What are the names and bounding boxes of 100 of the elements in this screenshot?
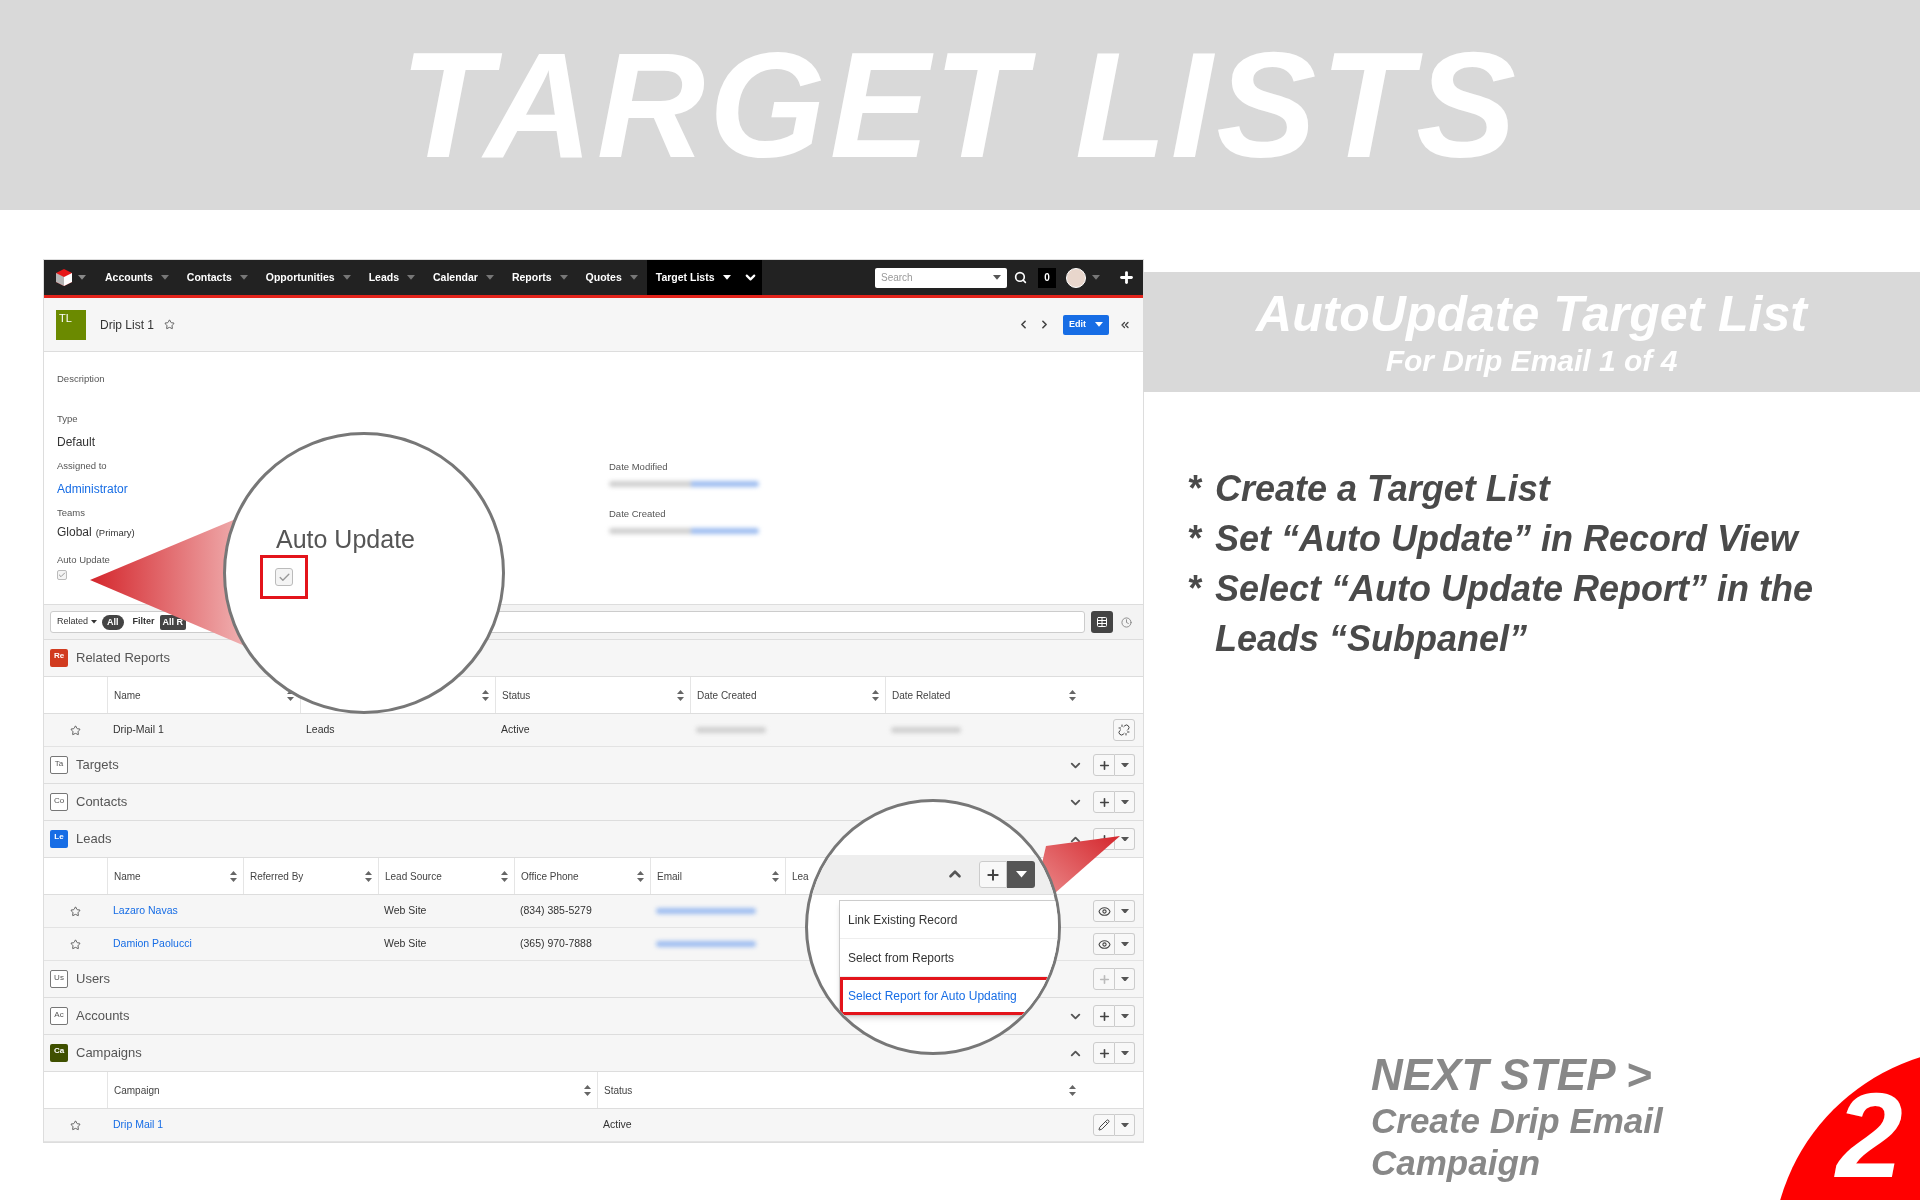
- assigned-user-link[interactable]: Administrator: [57, 482, 128, 496]
- favorite-star-icon[interactable]: [70, 938, 81, 950]
- caret-icon: [1095, 322, 1103, 327]
- sort-icon[interactable]: [584, 1084, 591, 1096]
- column-header[interactable]: Referred By: [250, 868, 304, 884]
- menu-caret-button[interactable]: [1115, 828, 1135, 850]
- menu-caret-button[interactable]: [1007, 861, 1035, 888]
- eye-icon: [1097, 904, 1111, 918]
- favorite-star-icon[interactable]: [70, 724, 81, 736]
- menu-caret-button[interactable]: [1115, 1114, 1135, 1136]
- related-dropdown[interactable]: Related: [57, 615, 98, 629]
- caret-icon: [1120, 762, 1129, 768]
- sort-icon[interactable]: [501, 870, 508, 882]
- subpanel-header[interactable]: Co Contacts: [44, 784, 1143, 821]
- field-label: Teams: [57, 507, 85, 519]
- column-header[interactable]: Name: [114, 868, 141, 884]
- sort-icon[interactable]: [482, 689, 489, 701]
- sort-icon[interactable]: [772, 870, 779, 882]
- record-link[interactable]: Drip Mail 1: [113, 1117, 164, 1133]
- column-header[interactable]: Office Phone: [521, 868, 579, 884]
- menu-caret-button[interactable]: [1115, 900, 1135, 922]
- record-link[interactable]: Damion Paolucci: [113, 936, 192, 952]
- sort-icon[interactable]: [1069, 1084, 1076, 1096]
- sort-icon[interactable]: [230, 870, 237, 882]
- add-button[interactable]: [1093, 1042, 1115, 1064]
- column-header[interactable]: Date Related: [892, 687, 951, 703]
- table-cell: (834) 385-5279: [520, 903, 592, 919]
- favorite-star-icon[interactable]: [70, 1119, 81, 1131]
- column-header[interactable]: Status: [502, 687, 531, 703]
- add-button[interactable]: [1093, 791, 1115, 813]
- menu-caret-button[interactable]: [1115, 933, 1135, 955]
- magnified-checkbox[interactable]: [275, 568, 293, 586]
- nav-tab[interactable]: Opportunities: [256, 260, 360, 295]
- avatar[interactable]: [1066, 267, 1086, 288]
- preview-button[interactable]: [1093, 900, 1115, 922]
- sort-icon[interactable]: [872, 689, 879, 701]
- menu-caret-button[interactable]: [1115, 754, 1135, 776]
- list-view-button[interactable]: [1091, 611, 1113, 633]
- nav-tab[interactable]: Quotes: [576, 260, 647, 295]
- notification-count[interactable]: 0: [1038, 267, 1056, 288]
- add-button[interactable]: [979, 861, 1007, 888]
- edit-button[interactable]: [1093, 1114, 1115, 1136]
- caret-icon: [160, 275, 169, 280]
- unlink-button[interactable]: [1113, 719, 1135, 741]
- menu-item[interactable]: Link Existing Record: [840, 901, 1058, 939]
- nav-tab[interactable]: Calendar: [424, 260, 503, 295]
- plus-icon: [1097, 1009, 1111, 1023]
- sort-icon[interactable]: [677, 689, 684, 701]
- edit-button[interactable]: Edit: [1063, 314, 1109, 335]
- favorite-star-icon[interactable]: [164, 319, 176, 330]
- favorite-star-icon[interactable]: [70, 905, 81, 917]
- preview-button[interactable]: [1093, 933, 1115, 955]
- sort-icon[interactable]: [637, 870, 644, 882]
- record-badge: TL: [56, 309, 86, 340]
- subpanel-title[interactable]: Accounts: [76, 1006, 130, 1026]
- search-field[interactable]: Search: [875, 267, 1007, 288]
- subpanel-title[interactable]: Users: [76, 969, 110, 989]
- nav-tab[interactable]: Contacts: [177, 260, 257, 295]
- column-header[interactable]: Email: [657, 868, 682, 884]
- bullet-marker: *: [1187, 517, 1204, 561]
- menu-item[interactable]: Select from Reports: [840, 939, 1058, 977]
- menu-item[interactable]: Select Report for Auto Updating: [840, 977, 1058, 1015]
- subpanel-header[interactable]: Ta Targets: [44, 747, 1143, 784]
- field-value: Global: [57, 524, 92, 541]
- filter-pill[interactable]: All: [102, 614, 124, 630]
- sort-icon[interactable]: [365, 870, 372, 882]
- module-badge: Us: [50, 970, 68, 988]
- nav-tab[interactable]: Reports: [502, 260, 577, 295]
- menu-caret-button[interactable]: [1115, 968, 1135, 990]
- caret-icon: [91, 620, 98, 624]
- add-button[interactable]: [1093, 754, 1115, 776]
- nav-tab[interactable]: Leads: [359, 260, 424, 295]
- column-header[interactable]: Status: [604, 1082, 633, 1098]
- record-title: Drip List 1: [100, 316, 155, 334]
- column-header[interactable]: Date Created: [697, 687, 757, 703]
- menu-caret-button[interactable]: [1115, 791, 1135, 813]
- bullet-marker: *: [1187, 467, 1204, 511]
- menu-caret-button[interactable]: [1115, 1042, 1135, 1064]
- nav-tab[interactable]: Target Lists: [646, 260, 740, 295]
- auto-update-checkbox[interactable]: [57, 570, 67, 580]
- record-link[interactable]: Lazaro Navas: [113, 903, 178, 919]
- subpanel-title[interactable]: Targets: [76, 755, 119, 775]
- subpanel-header[interactable]: Ca Campaigns: [44, 1035, 1143, 1072]
- sort-icon[interactable]: [1069, 689, 1076, 701]
- caret-icon: [1120, 908, 1129, 914]
- subpanel-title[interactable]: Contacts: [76, 792, 128, 812]
- nav-tab[interactable]: Accounts: [96, 260, 178, 295]
- add-button[interactable]: [1093, 1005, 1115, 1027]
- subpanel-title[interactable]: Related Reports: [76, 648, 170, 668]
- subpanel-title[interactable]: Leads: [76, 829, 112, 849]
- column-header[interactable]: Campaign: [114, 1082, 160, 1098]
- column-header[interactable]: Lea: [792, 868, 809, 884]
- menu-caret-button[interactable]: [1115, 1005, 1135, 1027]
- caret-icon: [559, 275, 568, 280]
- search-input[interactable]: Search: [881, 270, 981, 285]
- cube-logo-icon[interactable]: [56, 269, 72, 286]
- subpanel-title[interactable]: Campaigns: [76, 1043, 142, 1063]
- column-header[interactable]: Name: [114, 687, 141, 703]
- column-header[interactable]: Lead Source: [385, 868, 442, 884]
- plus-icon[interactable]: [1118, 269, 1135, 286]
